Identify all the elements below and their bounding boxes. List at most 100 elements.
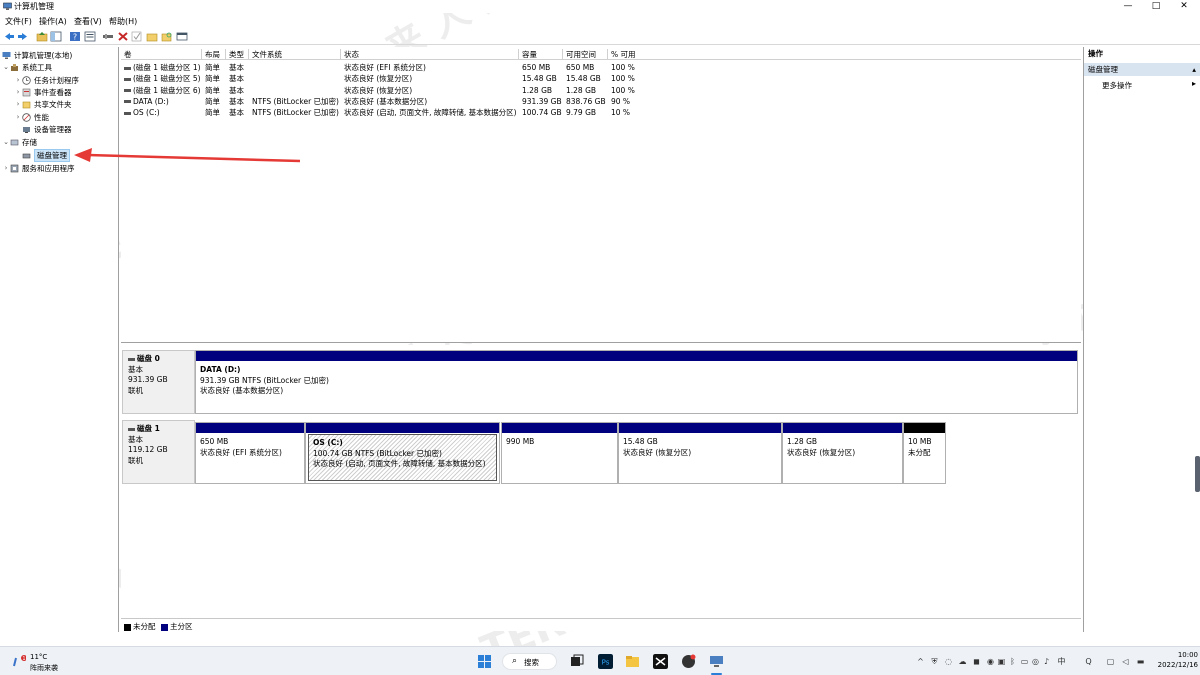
computer-management-taskbar-icon[interactable] [709, 654, 724, 669]
cell-text: 931.39 GB [522, 96, 562, 106]
partition-size: 1.28 GB [787, 437, 818, 446]
column-header-percent-free[interactable]: % 可用 [608, 49, 1081, 60]
cell-status: 状态良好 (基本数据分区) [344, 96, 427, 107]
capcut-icon[interactable] [653, 654, 668, 669]
task-view-icon[interactable] [569, 654, 584, 669]
partition-size: 100.74 GB NTFS (BitLocker 已加密) [313, 448, 442, 458]
scroll-handle[interactable] [1195, 456, 1200, 492]
disk-1-info[interactable]: 磁盘 1 基本 119.12 GB 联机 [122, 420, 195, 484]
wechat-icon[interactable]: ◉ [986, 657, 995, 666]
partition-bar [619, 423, 781, 433]
microphone-icon[interactable]: ♪ [1042, 657, 1051, 666]
speaker-icon[interactable]: ◁ [1121, 657, 1130, 666]
cell-free-space: 15.48 GB [566, 73, 601, 84]
chevron-right-icon: ▸ [1192, 79, 1197, 88]
partition-bar [904, 423, 945, 433]
cell-text: 100 % [611, 74, 635, 84]
partition-status: 状态良好 (恢复分区) [623, 447, 692, 457]
file-explorer-icon[interactable] [625, 654, 640, 669]
cell-free-space: 650 MB [566, 62, 594, 73]
legend-label: 主分区 [170, 622, 193, 631]
cell-capacity: 650 MB [522, 62, 550, 73]
shield-icon[interactable]: ⛨ [930, 657, 939, 666]
partition-os-c[interactable]: OS (C:) 100.74 GB NTFS (BitLocker 已加密) 状… [305, 422, 500, 484]
cell-text: 15.48 GB [566, 74, 601, 84]
language-icon[interactable]: 中 [1057, 657, 1066, 666]
disk-name: 磁盘 0 [137, 354, 160, 363]
partition-recovery-1[interactable]: 15.48 GB 状态良好 (恢复分区) [618, 422, 782, 484]
qq-icon[interactable]: Q [1084, 657, 1093, 666]
partition-recovery-2[interactable]: 1.28 GB 状态良好 (恢复分区) [782, 422, 903, 484]
legend-swatch [124, 623, 131, 631]
partition-size: 650 MB [200, 437, 229, 446]
legend-primary: 主分区 [161, 621, 193, 632]
disk-0-title: 磁盘 0 [128, 354, 189, 365]
svg-text:Ps: Ps [602, 659, 610, 667]
weather-temp: 11°C [30, 653, 48, 661]
partition-data-d[interactable]: DATA (D:) 931.39 GB NTFS (BitLocker 已加密)… [195, 350, 1078, 414]
partition-size: 15.48 GB [623, 437, 658, 446]
cloud-icon[interactable]: ☁ [958, 657, 967, 666]
cell-free-space: 9.79 GB [566, 107, 596, 118]
cell-text: 状态良好 (恢复分区) [344, 74, 413, 84]
legend: 未分配 主分区 [121, 618, 1081, 632]
partition-body-selected: OS (C:) 100.74 GB NTFS (BitLocker 已加密) 状… [308, 434, 497, 481]
bluetooth-icon[interactable]: ᛒ [1008, 657, 1017, 666]
more-actions[interactable]: 更多操作 [1102, 80, 1132, 91]
column-header-status[interactable]: 状态 [341, 49, 519, 60]
partition-990mb[interactable]: 990 MB [501, 422, 618, 484]
cell-status: 状态良好 (EFI 系统分区) [344, 62, 426, 73]
partition-unallocated[interactable]: 10 MB 未分配 [903, 422, 946, 484]
network-app-icon[interactable]: ▣ [997, 657, 1006, 666]
partition-status: 状态良好 (恢复分区) [787, 447, 856, 457]
column-header-capacity[interactable]: 容量 [519, 49, 563, 60]
collapse-icon[interactable]: ▴ [1192, 63, 1196, 76]
battery-icon[interactable]: ▬ [1136, 657, 1145, 666]
display-icon[interactable]: ▢ [1106, 657, 1115, 666]
time: 10:00 [1177, 651, 1198, 659]
cell-text: 650 MB [522, 63, 551, 72]
weather-widget[interactable]: 1 11°C 阵雨来袭 [8, 651, 98, 673]
taskbar-search[interactable]: ⌕ 搜索 [502, 653, 557, 670]
clock[interactable]: 10:00 2022/12/16 [1152, 650, 1198, 670]
svg-text:1: 1 [22, 656, 25, 662]
partition-size: 990 MB [506, 437, 535, 446]
maximize-button[interactable]: □ [1144, 0, 1168, 13]
search-icon: ⌕ [512, 656, 518, 666]
column-header-free-space[interactable]: 可用空间 [563, 49, 608, 60]
disk-status: 联机 [128, 455, 143, 465]
partition-status: 状态良好 (基本数据分区) [200, 386, 284, 395]
disk-type: 基本 [128, 434, 143, 444]
partition-status: 未分配 [908, 447, 931, 457]
partition-size: 10 MB [908, 437, 932, 446]
nvidia-icon[interactable]: ◼ [972, 657, 981, 666]
disk-size: 931.39 GB [128, 375, 168, 384]
partition-body: 990 MB [502, 434, 617, 483]
taskbar: 1 11°C 阵雨来袭 ⌕ 搜索 Ps ^ ⛨ ◌ ☁ ◼ ◉ ▣ ᛒ ▭ ◎ … [0, 646, 1200, 675]
date: 2022/12/16 [1157, 661, 1198, 669]
disk-0-info[interactable]: 磁盘 0 基本 931.39 GB 联机 [122, 350, 195, 414]
cell-free-space: 1.28 GB [566, 85, 596, 96]
cell-capacity: 1.28 GB [522, 85, 552, 96]
start-icon[interactable] [477, 654, 492, 669]
partition-bar [783, 423, 902, 433]
volume-app-icon[interactable]: ◎ [1031, 657, 1040, 666]
monitor-icon[interactable]: ▭ [1020, 657, 1029, 666]
partition-efi[interactable]: 650 MB 状态良好 (EFI 系统分区) [195, 422, 305, 484]
actions-section-disk-management[interactable]: 磁盘管理 ▴ [1084, 63, 1200, 76]
cell-text: 1.28 GB [566, 85, 597, 95]
app-icon[interactable] [681, 654, 696, 669]
partition-bar [196, 351, 1077, 361]
cell-free-space: 838.76 GB [566, 96, 606, 107]
partition-size: 931.39 GB NTFS (BitLocker 已加密) [200, 375, 329, 385]
disk-1-title: 磁盘 1 [128, 424, 189, 435]
close-button[interactable]: ✕ [1172, 0, 1196, 13]
partition-body: 1.28 GB 状态良好 (恢复分区) [783, 434, 902, 483]
partition-body: 10 MB 未分配 [904, 434, 945, 483]
minimize-button[interactable]: — [1116, 0, 1140, 13]
sync-icon[interactable]: ◌ [944, 657, 953, 666]
cell-text: 100 % [611, 63, 635, 72]
photoshop-icon[interactable]: Ps [598, 654, 613, 669]
actions-pane: 操作 磁盘管理 ▴ 更多操作 ▸ [1083, 47, 1200, 632]
chevron-up-icon[interactable]: ^ [916, 657, 925, 666]
